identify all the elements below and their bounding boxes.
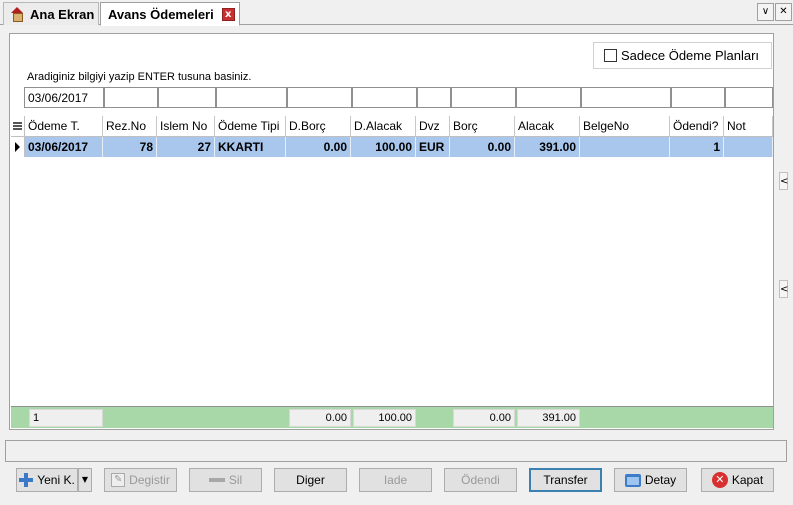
list-icon bbox=[13, 122, 22, 130]
home-icon bbox=[10, 7, 24, 22]
search-hint: Aradiginiz bilgiyi yazip ENTER tusuna ba… bbox=[27, 71, 252, 83]
degistir-button[interactable]: ✎ Degistir bbox=[104, 468, 177, 492]
cell-rez-no[interactable]: 78 bbox=[103, 137, 157, 157]
edit-icon: ✎ bbox=[111, 473, 126, 487]
table-row[interactable]: 03/06/2017 78 27 KKARTI 0.00 100.00 EUR … bbox=[11, 137, 773, 157]
col-not[interactable]: Not bbox=[724, 116, 773, 136]
filter-borc[interactable] bbox=[451, 87, 516, 108]
sil-label: Sil bbox=[228, 473, 243, 487]
status-bar bbox=[5, 440, 787, 462]
detay-label: Detay bbox=[644, 473, 677, 487]
col-odendi[interactable]: Ödendi? bbox=[670, 116, 724, 136]
iade-label: Iade bbox=[383, 473, 408, 487]
footer-count: 1 bbox=[29, 409, 103, 427]
filter-dvz[interactable] bbox=[417, 87, 451, 108]
col-rez-no[interactable]: Rez.No bbox=[103, 116, 157, 136]
filter-d-alacak[interactable] bbox=[352, 87, 417, 108]
diger-label: Diger bbox=[296, 473, 325, 487]
cell-islem-no[interactable]: 27 bbox=[157, 137, 215, 157]
footer-d-borc: 0.00 bbox=[289, 409, 351, 427]
tab-avans-odemeleri[interactable]: Avans Ödemeleri x bbox=[100, 2, 240, 26]
degistir-label: Degistir bbox=[129, 473, 170, 487]
col-dvz[interactable]: Dvz bbox=[416, 116, 450, 136]
footer-d-alacak: 100.00 bbox=[353, 409, 416, 427]
data-grid: Ödeme T. Rez.No Islem No Ödeme Tipi D.Bo… bbox=[11, 116, 773, 429]
grid-header: Ödeme T. Rez.No Islem No Ödeme Tipi D.Bo… bbox=[11, 116, 773, 137]
col-islem-no[interactable]: Islem No bbox=[157, 116, 215, 136]
sadece-odeme-planlari-checkbox[interactable]: Sadece Ödeme Planları bbox=[593, 42, 772, 69]
row-pointer-icon bbox=[15, 142, 20, 152]
col-d-alacak[interactable]: D.Alacak bbox=[351, 116, 416, 136]
close-icon[interactable]: x bbox=[221, 7, 235, 21]
transfer-label: Transfer bbox=[543, 473, 588, 487]
filter-odeme-t[interactable]: 03/06/2017 bbox=[24, 87, 104, 108]
filter-d-borc[interactable] bbox=[287, 87, 352, 108]
grid-footer: 1 0.00 100.00 0.00 391.00 bbox=[11, 406, 773, 428]
folder-icon bbox=[624, 473, 641, 487]
filter-islem-no[interactable] bbox=[158, 87, 216, 108]
footer-alacak: 391.00 bbox=[517, 409, 580, 427]
checkbox-square[interactable] bbox=[604, 49, 617, 62]
filter-odendi[interactable] bbox=[671, 87, 725, 108]
plus-icon bbox=[19, 473, 34, 487]
row-indicator bbox=[11, 137, 25, 157]
footer-borc: 0.00 bbox=[453, 409, 515, 427]
cell-alacak[interactable]: 391.00 bbox=[515, 137, 580, 157]
minus-icon bbox=[208, 478, 225, 482]
yeni-dropdown-button[interactable]: ▼ bbox=[78, 468, 92, 492]
cell-borc[interactable]: 0.00 bbox=[450, 137, 515, 157]
kapat-button[interactable]: ✕ Kapat bbox=[701, 468, 774, 492]
filter-rez-no[interactable] bbox=[104, 87, 158, 108]
cell-odeme-t[interactable]: 03/06/2017 bbox=[25, 137, 103, 157]
tab-ana-ekran-label: Ana Ekran bbox=[30, 6, 95, 22]
cell-belge-no[interactable] bbox=[580, 137, 670, 157]
yeni-button[interactable]: Yeni K. bbox=[16, 468, 78, 492]
filter-not[interactable] bbox=[725, 87, 773, 108]
grid-menu[interactable] bbox=[11, 116, 25, 136]
filter-alacak[interactable] bbox=[516, 87, 581, 108]
filter-belge-no[interactable] bbox=[581, 87, 671, 108]
col-odeme-tipi[interactable]: Ödeme Tipi bbox=[215, 116, 286, 136]
col-alacak[interactable]: Alacak bbox=[515, 116, 580, 136]
col-borc[interactable]: Borç bbox=[450, 116, 515, 136]
collapse-arrow-icon[interactable]: < bbox=[779, 172, 788, 190]
cell-d-alacak[interactable]: 100.00 bbox=[351, 137, 416, 157]
transfer-button[interactable]: Transfer bbox=[529, 468, 602, 492]
yeni-label: Yeni K. bbox=[37, 473, 75, 487]
collapse-arrow-icon-2[interactable]: < bbox=[779, 280, 788, 298]
close-circle-icon: ✕ bbox=[711, 472, 728, 488]
col-belge-no[interactable]: BelgeNo bbox=[580, 116, 670, 136]
tab-avans-odemeleri-label: Avans Ödemeleri bbox=[108, 6, 214, 22]
diger-button[interactable]: Diger bbox=[274, 468, 347, 492]
cell-odeme-tipi[interactable]: KKARTI bbox=[215, 137, 286, 157]
tab-ana-ekran[interactable]: Ana Ekran bbox=[3, 2, 99, 25]
cell-not[interactable] bbox=[724, 137, 773, 157]
cell-dvz[interactable]: EUR bbox=[416, 137, 450, 157]
col-d-borc[interactable]: D.Borç bbox=[286, 116, 351, 136]
chevron-down-icon[interactable]: ∨ bbox=[757, 3, 774, 21]
sil-button[interactable]: Sil bbox=[189, 468, 262, 492]
cell-d-borc[interactable]: 0.00 bbox=[286, 137, 351, 157]
col-odeme-t[interactable]: Ödeme T. bbox=[25, 116, 103, 136]
tab-bar: Ana Ekran Avans Ödemeleri x ∨ ✕ bbox=[0, 0, 793, 26]
odendi-label: Ödendi bbox=[461, 473, 500, 487]
iade-button[interactable]: Iade bbox=[359, 468, 432, 492]
odendi-button[interactable]: Ödendi bbox=[444, 468, 517, 492]
filter-odeme-tipi[interactable] bbox=[216, 87, 287, 108]
checkbox-label: Sadece Ödeme Planları bbox=[621, 48, 760, 63]
kapat-label: Kapat bbox=[731, 473, 764, 487]
window-close-icon[interactable]: ✕ bbox=[775, 3, 792, 21]
detay-button[interactable]: Detay bbox=[614, 468, 687, 492]
cell-odendi[interactable]: 1 bbox=[670, 137, 724, 157]
